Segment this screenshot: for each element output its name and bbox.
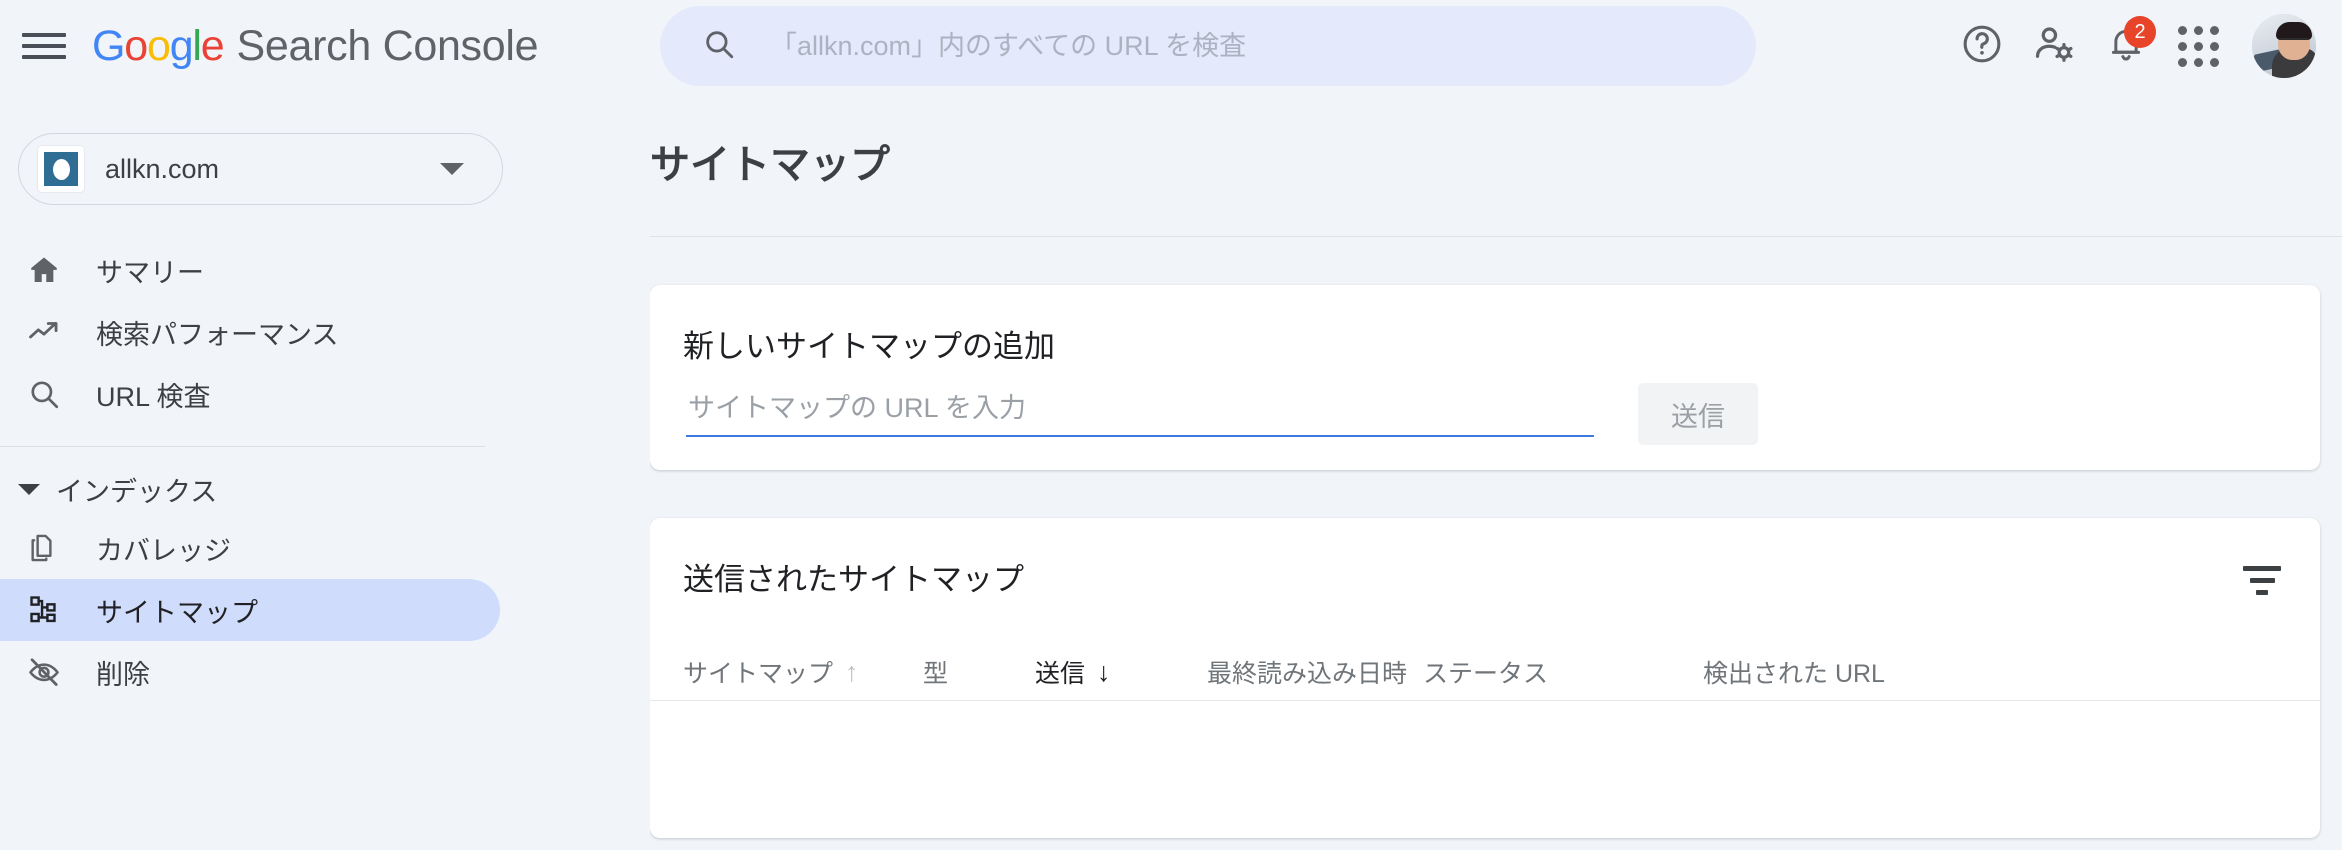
table-header-rule <box>650 700 2320 701</box>
submitted-sitemaps-title: 送信されたサイトマップ <box>683 562 1024 597</box>
sidebar-item-label: サマリー <box>96 257 204 288</box>
column-header-status[interactable]: ステータス <box>1423 654 1703 690</box>
sidebar-section-index[interactable]: インデックス <box>0 461 650 517</box>
site-favicon-icon <box>38 146 84 192</box>
url-inspection-search-bar[interactable] <box>660 6 1756 86</box>
account-settings-button[interactable] <box>2018 10 2090 82</box>
notifications-button[interactable]: 2 <box>2090 10 2162 82</box>
column-label: 送信 <box>1035 660 1086 688</box>
column-header-last-read[interactable]: 最終読み込み日時 <box>1207 654 1423 690</box>
submit-sitemap-button[interactable]: 送信 <box>1638 383 1758 445</box>
column-header-discovered-urls[interactable]: 検出された URL <box>1703 654 1963 690</box>
apps-grid-icon <box>2177 25 2219 67</box>
sidebar-item-removals[interactable]: 削除 <box>0 641 500 703</box>
search-icon <box>702 27 736 66</box>
sidebar: allkn.com サマリー 検索パフォーマンス URL 検査 インデックス カ… <box>0 92 650 850</box>
add-sitemap-title: 新しいサイトマップの追加 <box>683 329 1055 364</box>
sidebar-item-coverage[interactable]: カバレッジ <box>0 517 500 579</box>
sidebar-item-label: 検索パフォーマンス <box>96 319 339 350</box>
column-label: 最終読み込み日時 <box>1207 660 1408 688</box>
app-brand: Google Search Console <box>92 21 539 71</box>
column-header-sitemap[interactable]: サイトマップ ↑ <box>683 654 923 690</box>
add-sitemap-card: 新しいサイトマップの追加 送信 <box>650 285 2320 470</box>
coverage-pages-icon <box>22 531 66 565</box>
caret-down-icon <box>18 483 40 495</box>
column-label: ステータス <box>1423 660 1549 688</box>
column-label: 検出された URL <box>1703 660 1885 688</box>
help-icon <box>1960 22 2004 71</box>
column-header-type[interactable]: 型 <box>923 654 1035 690</box>
sidebar-item-label: カバレッジ <box>96 535 231 566</box>
sidebar-divider <box>0 446 485 447</box>
home-icon <box>22 253 66 287</box>
sitemap-url-input[interactable] <box>686 389 1594 437</box>
notification-badge: 2 <box>2124 16 2156 48</box>
sitemap-url-field <box>686 389 1594 437</box>
filter-icon <box>2243 565 2281 595</box>
google-apps-button[interactable] <box>2162 10 2234 82</box>
sidebar-item-label: URL 検査 <box>96 381 211 412</box>
sidebar-item-url-inspection[interactable]: URL 検査 <box>0 363 500 425</box>
help-button[interactable] <box>1946 10 2018 82</box>
person-gear-icon <box>2031 21 2077 72</box>
column-label: 型 <box>923 660 949 688</box>
sitemaps-table-header: サイトマップ ↑ 型 送信 ↓ 最終読み込み日時 ステータス 検出された URL <box>650 644 2320 700</box>
sort-desc-icon: ↓ <box>1097 656 1111 687</box>
sort-asc-icon: ↑ <box>845 656 859 687</box>
sidebar-item-label: サイトマップ <box>96 597 258 628</box>
sidebar-item-label: 削除 <box>96 659 150 690</box>
title-divider <box>650 236 2342 237</box>
trending-up-icon <box>22 315 66 349</box>
eye-off-icon <box>22 655 66 689</box>
sitemap-icon <box>22 593 66 627</box>
user-avatar[interactable] <box>2252 14 2316 78</box>
sidebar-item-sitemaps[interactable]: サイトマップ <box>0 579 500 641</box>
search-input[interactable] <box>770 30 1670 62</box>
primary-nav: サマリー 検索パフォーマンス URL 検査 インデックス カバレッジ サイトマッ… <box>0 239 650 703</box>
add-sitemap-form: 送信 <box>686 383 2286 445</box>
page-title: サイトマップ <box>650 143 890 187</box>
column-label: サイトマップ <box>683 660 834 688</box>
hamburger-menu-icon[interactable] <box>22 29 66 63</box>
top-app-bar: Google Search Console 「allkn.com」内のすべての … <box>0 0 2342 92</box>
chevron-down-icon <box>440 163 464 175</box>
google-logo: Google <box>92 21 225 70</box>
product-name: Search Console <box>236 21 539 70</box>
sidebar-section-label: インデックス <box>56 476 218 507</box>
main-content: サイトマップ 新しいサイトマップの追加 送信 送信されたサイトマップ サイトマッ… <box>650 92 2342 850</box>
column-header-submitted[interactable]: 送信 ↓ <box>1035 654 1207 690</box>
property-name: allkn.com <box>105 153 220 184</box>
sidebar-item-search-performance[interactable]: 検索パフォーマンス <box>0 301 500 363</box>
submitted-sitemaps-card: 送信されたサイトマップ サイトマップ ↑ 型 送信 ↓ 最終読み込み日時 ステー… <box>650 518 2320 838</box>
top-bar-actions: 2 <box>1946 0 2324 92</box>
search-icon <box>22 377 66 411</box>
sidebar-item-summary[interactable]: サマリー <box>0 239 500 301</box>
filter-button[interactable] <box>2230 548 2294 612</box>
property-selector[interactable]: allkn.com <box>18 133 503 205</box>
